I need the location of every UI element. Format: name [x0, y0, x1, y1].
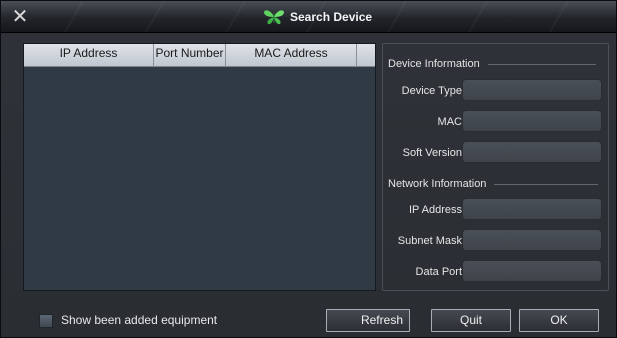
ip-address-field[interactable]	[462, 198, 602, 220]
title-wrap: Search Device	[263, 8, 372, 26]
network-information-title: Network Information	[388, 178, 487, 190]
soft-version-label: Soft Version	[402, 147, 462, 159]
device-information-section: Device Information	[388, 58, 596, 70]
search-device-window: ✕ Search Device IP Address Port Number M…	[0, 0, 617, 338]
device-list-table[interactable]: IP Address Port Number MAC Address	[23, 43, 376, 291]
section-divider	[487, 63, 596, 65]
network-information-section: Network Information	[388, 178, 599, 190]
refresh-button[interactable]: Refresh	[326, 309, 410, 332]
column-header-empty	[357, 44, 375, 66]
ip-address-label: IP Address	[409, 204, 462, 216]
close-icon[interactable]: ✕	[10, 6, 30, 26]
device-type-label: Device Type	[401, 85, 462, 97]
column-header-port-number[interactable]: Port Number	[154, 44, 226, 66]
table-header: IP Address Port Number MAC Address	[24, 44, 375, 67]
window-title: Search Device	[290, 10, 373, 24]
subnet-mask-field[interactable]	[462, 229, 602, 251]
data-port-label: Data Port	[415, 266, 462, 278]
device-information-title: Device Information	[388, 58, 480, 70]
quit-button[interactable]: Quit	[431, 309, 511, 332]
column-header-ip-address[interactable]: IP Address	[24, 44, 154, 66]
mac-label: MAC	[437, 116, 462, 128]
soft-version-field[interactable]	[462, 141, 602, 163]
ok-button[interactable]: OK	[519, 309, 599, 332]
butterfly-icon	[264, 10, 284, 25]
mac-field[interactable]	[462, 110, 602, 132]
device-info-panel: Device Information Device Type MAC Soft …	[382, 43, 609, 291]
section-divider	[494, 183, 599, 185]
data-port-field[interactable]	[462, 260, 602, 282]
show-added-checkbox[interactable]	[39, 314, 53, 328]
device-type-field[interactable]	[462, 79, 602, 101]
column-header-mac-address[interactable]: MAC Address	[226, 44, 357, 66]
subnet-mask-label: Subnet Mask	[397, 235, 462, 247]
show-added-label[interactable]: Show been added equipment	[61, 313, 217, 327]
title-bar[interactable]: ✕ Search Device	[1, 1, 616, 33]
